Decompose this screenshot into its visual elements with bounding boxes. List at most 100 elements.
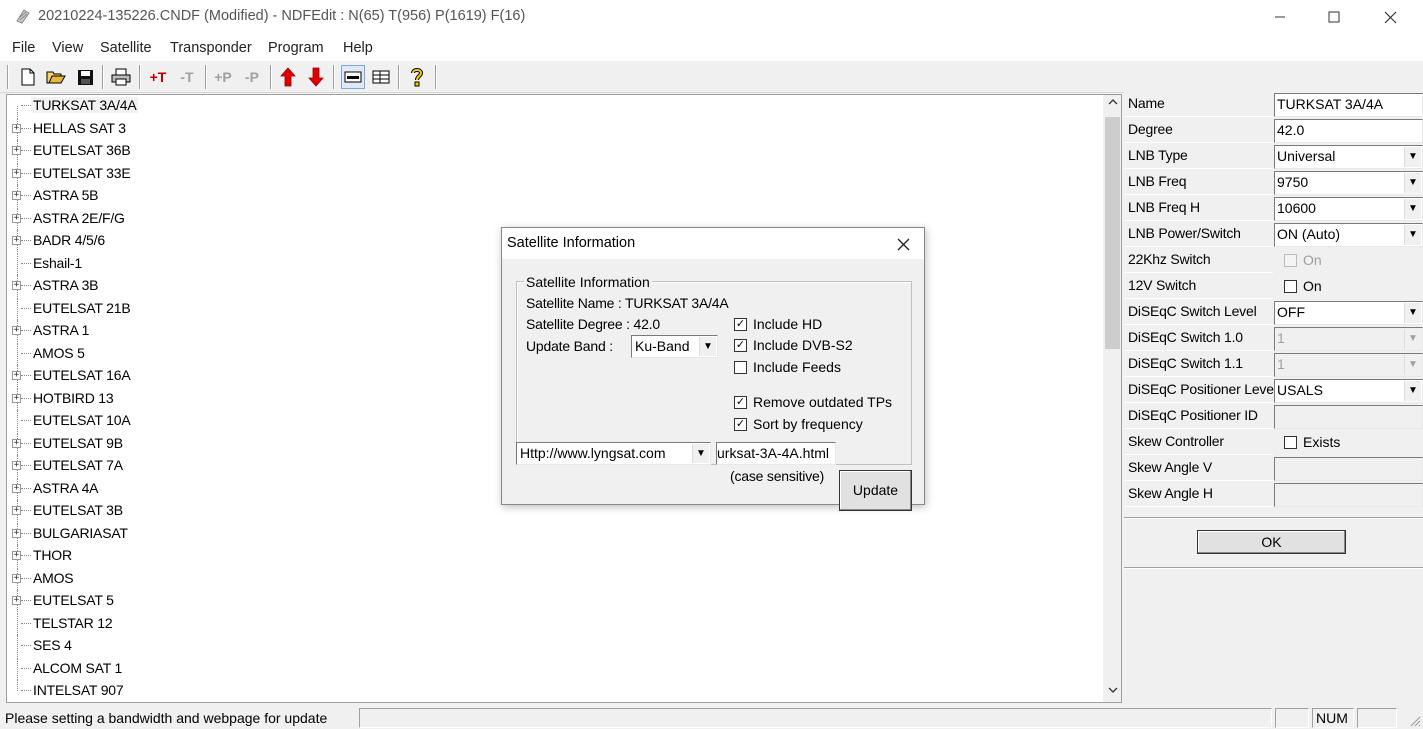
property-select[interactable]: Universal ▼: [1274, 145, 1423, 169]
tree-item[interactable]: + HELLAS SAT 3: [7, 117, 307, 140]
menu-satellite[interactable]: Satellite: [100, 40, 152, 56]
remove-outdated-checkbox[interactable]: ✓ Remove outdated TPs: [734, 394, 892, 410]
tree-item[interactable]: INTELSAT 907: [7, 680, 307, 702]
tree-item[interactable]: + EUTELSAT 36B: [7, 140, 307, 162]
move-up-icon[interactable]: [277, 65, 299, 89]
property-select[interactable]: 9750 ▼: [1274, 171, 1423, 195]
checkbox-box[interactable]: ✓: [734, 317, 747, 331]
view-compact-icon[interactable]: [341, 65, 365, 89]
expand-icon[interactable]: +: [12, 213, 21, 223]
tree-item[interactable]: + BADR 4/5/6: [7, 230, 307, 252]
resize-grip-icon[interactable]: [1408, 714, 1421, 727]
property-select[interactable]: OFF ▼: [1274, 301, 1423, 325]
checkbox-box[interactable]: [1284, 279, 1297, 293]
new-file-icon[interactable]: [17, 65, 39, 89]
property-select[interactable]: ON (Auto) ▼: [1274, 223, 1423, 247]
move-down-icon[interactable]: [305, 65, 327, 89]
expand-icon[interactable]: +: [12, 483, 21, 493]
tree-item[interactable]: ALCOM SAT 1: [7, 657, 307, 680]
checkbox-box[interactable]: ✓: [734, 417, 747, 431]
ok-button[interactable]: OK: [1197, 530, 1346, 554]
page-name-input[interactable]: urksat-3A-4A.html: [716, 442, 836, 465]
tree-item[interactable]: + ASTRA 4A: [7, 477, 307, 500]
sort-by-frequency-checkbox[interactable]: ✓ Sort by frequency: [734, 416, 863, 432]
expand-icon[interactable]: +: [12, 596, 21, 605]
tree-item[interactable]: + EUTELSAT 5: [7, 590, 307, 612]
expand-icon[interactable]: +: [12, 393, 21, 403]
expand-icon[interactable]: +: [12, 168, 21, 178]
scroll-down-icon[interactable]: [1103, 685, 1122, 703]
tree-item[interactable]: + ASTRA 1: [7, 320, 307, 342]
close-button[interactable]: [1367, 0, 1413, 34]
chevron-down-icon[interactable]: ▼: [1404, 173, 1421, 193]
tree-item[interactable]: AMOS 5: [7, 342, 307, 365]
tree-item[interactable]: + HOTBIRD 13: [7, 387, 307, 410]
menu-file[interactable]: File: [12, 40, 35, 56]
expand-icon[interactable]: +: [12, 528, 21, 538]
include-feeds-checkbox[interactable]: Include Feeds: [734, 359, 841, 375]
add-program-button[interactable]: +P: [211, 65, 235, 89]
tree-item[interactable]: + THOR: [7, 545, 307, 567]
tree-item[interactable]: TURKSAT 3A/4A: [7, 95, 307, 117]
tree-item[interactable]: Eshail-1: [7, 252, 307, 275]
tree-item[interactable]: + ASTRA 2E/F/G: [7, 207, 307, 230]
checkbox-box[interactable]: [734, 360, 747, 374]
tree-item[interactable]: + ASTRA 5B: [7, 185, 307, 207]
tree-item[interactable]: + ASTRA 3B: [7, 275, 307, 297]
expand-icon[interactable]: +: [12, 461, 21, 470]
expand-icon[interactable]: +: [12, 281, 21, 290]
tree-item[interactable]: + BULGARIASAT: [7, 522, 307, 545]
tree-item[interactable]: SES 4: [7, 635, 307, 657]
tree-item[interactable]: + EUTELSAT 16A: [7, 365, 307, 387]
expand-icon[interactable]: +: [12, 573, 21, 583]
expand-icon[interactable]: +: [12, 326, 21, 335]
expand-icon[interactable]: +: [12, 371, 21, 380]
expand-icon[interactable]: +: [12, 146, 21, 155]
expand-icon[interactable]: +: [12, 506, 21, 515]
tree-item[interactable]: + EUTELSAT 7A: [7, 455, 307, 477]
property-input[interactable]: TURKSAT 3A/4A: [1274, 93, 1423, 117]
property-checkbox[interactable]: Exists: [1284, 434, 1340, 450]
include-dvbs2-checkbox[interactable]: ✓ Include DVB-S2: [734, 337, 853, 353]
tree-scrollbar[interactable]: [1103, 94, 1122, 703]
update-button[interactable]: Update: [839, 470, 912, 511]
source-url-select[interactable]: Http://www.lyngsat.com ▼: [516, 442, 711, 465]
menu-help[interactable]: Help: [343, 40, 373, 56]
minimize-button[interactable]: [1257, 0, 1303, 34]
checkbox-box[interactable]: ✓: [734, 395, 747, 409]
tree-item[interactable]: + EUTELSAT 9B: [7, 432, 307, 455]
expand-icon[interactable]: +: [12, 191, 21, 200]
dialog-close-icon[interactable]: [890, 231, 916, 257]
chevron-down-icon[interactable]: ▼: [699, 337, 716, 356]
remove-program-button[interactable]: -P: [240, 65, 264, 89]
print-icon[interactable]: [109, 65, 133, 89]
help-icon[interactable]: [405, 65, 429, 89]
tree-item[interactable]: EUTELSAT 21B: [7, 297, 307, 320]
expand-icon[interactable]: +: [12, 123, 21, 133]
property-select[interactable]: USALS ▼: [1274, 379, 1423, 403]
tree-item[interactable]: + EUTELSAT 3B: [7, 500, 307, 522]
update-band-select[interactable]: Ku-Band ▼: [631, 335, 718, 358]
expand-icon[interactable]: +: [12, 236, 21, 245]
property-input[interactable]: 42.0: [1274, 119, 1423, 143]
chevron-down-icon[interactable]: ▼: [1404, 303, 1421, 323]
tree-item[interactable]: + AMOS: [7, 567, 307, 590]
save-icon[interactable]: [74, 65, 96, 89]
property-select[interactable]: 10600 ▼: [1274, 197, 1423, 221]
chevron-down-icon[interactable]: ▼: [1404, 225, 1421, 245]
chevron-down-icon[interactable]: ▼: [1404, 199, 1421, 219]
chevron-down-icon[interactable]: ▼: [1404, 381, 1421, 401]
remove-transponder-button[interactable]: -T: [175, 65, 199, 89]
tree-item[interactable]: + EUTELSAT 33E: [7, 162, 307, 185]
expand-icon[interactable]: +: [12, 551, 21, 560]
chevron-down-icon[interactable]: ▼: [692, 444, 709, 463]
menu-transponder[interactable]: Transponder: [170, 40, 252, 56]
checkbox-box[interactable]: [1284, 435, 1297, 449]
menu-program[interactable]: Program: [268, 40, 324, 56]
scroll-thumb[interactable]: [1105, 117, 1120, 349]
expand-icon[interactable]: +: [12, 438, 21, 448]
tree-item[interactable]: TELSTAR 12: [7, 612, 307, 635]
scroll-up-icon[interactable]: [1103, 97, 1122, 115]
checkbox-box[interactable]: ✓: [734, 338, 747, 352]
tree-item[interactable]: EUTELSAT 10A: [7, 410, 307, 432]
